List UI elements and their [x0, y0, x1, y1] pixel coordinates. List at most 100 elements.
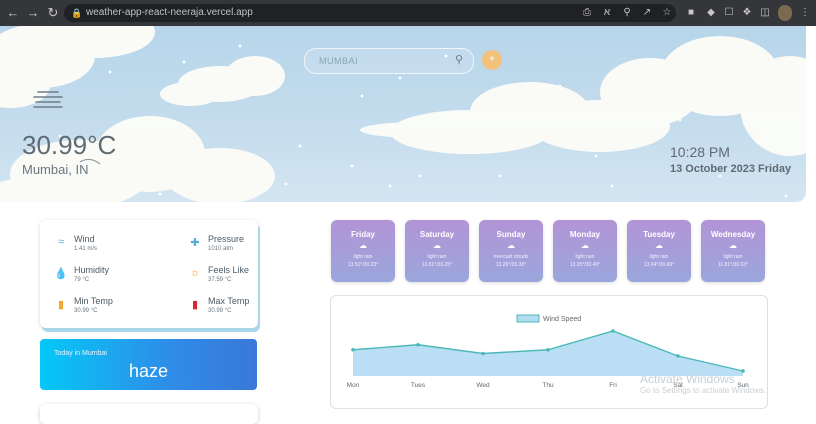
forecast-temps: 13.51°/30.23°: [347, 262, 379, 268]
forecast-card[interactable]: Tuesday ☁ light rain 13.64°/30.69°: [627, 220, 691, 282]
forecast-temps: 13.26°/30.33°: [495, 262, 527, 268]
thermometer-low-icon: ▮: [57, 299, 65, 311]
forecast-day: Sunday: [496, 230, 526, 239]
watermark-title: Activate Windows: [640, 372, 735, 386]
min-temp-value: 30.99 °C: [74, 308, 98, 314]
cloud-rain-icon: ☁: [433, 241, 441, 250]
current-temperature: 30.99°C: [22, 130, 117, 160]
share-icon[interactable]: ↗: [640, 5, 654, 21]
data-point: [481, 351, 485, 356]
puzzle-icon[interactable]: ❖: [740, 5, 754, 21]
forward-icon[interactable]: →: [25, 4, 41, 22]
legend-label: Wind Speed: [543, 316, 581, 323]
wind-icon: ≈: [57, 236, 65, 248]
wind-label: Wind: [74, 234, 95, 244]
forecast-temps: 13.25°/30.49°: [569, 262, 601, 268]
forecast-temps: 13.51°/30.25°: [421, 262, 453, 268]
forecast-day: Saturday: [419, 230, 455, 239]
forecast-temps: 13.64°/30.69°: [643, 262, 675, 268]
max-temp-label: Max Temp: [208, 296, 250, 306]
location-button[interactable]: +: [482, 50, 502, 70]
forecast-card[interactable]: Friday ☁ light rain 13.51°/30.23°: [331, 220, 395, 282]
cloud-rain-icon: ☁: [655, 241, 663, 250]
forecast-day: Wednesday: [710, 230, 756, 239]
x-tick-label: Mon: [347, 382, 360, 389]
forecast-desc: light rain: [353, 254, 373, 260]
forecast-desc: light rain: [575, 254, 595, 260]
data-point: [741, 369, 745, 373]
forecast-desc: light rain: [427, 254, 447, 260]
x-tick-label: Thu: [542, 382, 554, 389]
translate-icon[interactable]: א: [600, 5, 614, 21]
zoom-icon[interactable]: ⚲: [620, 5, 634, 21]
forecast-desc: overcast clouds: [493, 254, 529, 260]
search-placeholder: MUMBAI: [319, 56, 358, 66]
screenshot-icon[interactable]: ⎙: [580, 5, 594, 21]
data-point: [416, 342, 420, 347]
min-temp-detail: ▮ Min Temp 30.99 °C: [54, 296, 144, 322]
current-time: 10:28 PM: [670, 144, 730, 160]
forecast-card[interactable]: Saturday ☁ light rain 13.51°/30.25°: [405, 220, 469, 282]
humidity-detail: 💧 Humidity 79 °C: [54, 265, 144, 291]
thermometer-high-icon: ▮: [191, 299, 199, 311]
current-date: 13 October 2023 Friday: [670, 163, 792, 175]
forecast-card[interactable]: Wednesday ☁ light rain 11.81°/30.63°: [701, 220, 765, 282]
pressure-icon: ✚: [190, 237, 200, 249]
lock-icon[interactable]: 🔒: [71, 4, 82, 22]
sidebar-icon[interactable]: ◫: [758, 5, 772, 21]
extension-icon[interactable]: ☐: [722, 5, 736, 21]
extension-icon[interactable]: ■: [684, 5, 698, 21]
pressure-value: 1010 atm: [208, 246, 234, 252]
cloud-rain-icon: ☁: [729, 241, 737, 250]
watermark-subtitle: Go to Settings to activate Windows.: [640, 386, 767, 395]
legend-swatch: [516, 314, 540, 323]
data-point: [611, 329, 615, 333]
current-location: Mumbai, IN: [22, 162, 89, 177]
forecast-desc: light rain: [649, 254, 669, 260]
search-icon[interactable]: ⚲: [455, 53, 463, 66]
back-icon[interactable]: ←: [5, 4, 21, 22]
forecast-day: Tuesday: [643, 230, 675, 239]
data-point: [676, 354, 680, 358]
forecast-temps: 11.81°/30.63°: [717, 262, 749, 268]
pressure-detail: ✚ Pressure 1010 atm: [188, 234, 278, 260]
data-point: [546, 347, 550, 352]
humidity-icon: 💧: [54, 268, 68, 280]
humidity-label: Humidity: [74, 265, 110, 275]
browser-toolbar: ← → ↻ 🔒 weather-app-react-neeraja.vercel…: [0, 0, 816, 26]
today-condition: haze: [128, 361, 169, 381]
cloud-rain-icon: ☁: [581, 241, 589, 250]
profile-icon[interactable]: [778, 5, 792, 21]
feels-like-detail: ☼ Feels Like 37.59 °C: [188, 265, 278, 291]
min-temp-label: Min Temp: [74, 296, 113, 306]
forecast-card[interactable]: Monday ☁ light rain 13.25°/30.49°: [553, 220, 617, 282]
additional-card: [40, 404, 258, 424]
wind-value: 1.41 m/s: [74, 246, 98, 252]
forecast-card[interactable]: Sunday ☁ overcast clouds 13.26°/30.33°: [479, 220, 543, 282]
feels-like-value: 37.59 °C: [208, 277, 232, 283]
weather-details-card: ≈ Wind 1.41 m/s ✚ Pressure 1010 atm 💧 Hu…: [40, 220, 258, 328]
max-temp-value: 30.99 °C: [208, 308, 232, 314]
reload-icon[interactable]: ↻: [45, 4, 61, 22]
x-tick-label: Wed: [476, 382, 490, 389]
today-label: Today in Mumbai: [54, 350, 107, 357]
forecast-desc: light rain: [723, 254, 743, 260]
pressure-label: Pressure: [208, 234, 245, 244]
max-temp-detail: ▮ Max Temp 30.99 °C: [188, 296, 278, 322]
forecast-day: Monday: [569, 230, 601, 239]
haze-icon: [33, 91, 63, 108]
forecast-day: Friday: [350, 230, 375, 239]
star-icon[interactable]: ☆: [660, 5, 674, 21]
cloud-icon: ☁: [507, 241, 515, 250]
city-search-input[interactable]: MUMBAI ⚲: [304, 48, 474, 74]
wind-detail: ≈ Wind 1.41 m/s: [54, 234, 144, 260]
feels-like-label: Feels Like: [208, 265, 250, 275]
data-point: [351, 347, 355, 352]
today-condition-card: Today in Mumbai haze: [40, 339, 257, 390]
address-url: weather-app-react-neeraja.vercel.app: [86, 7, 253, 18]
series-area: [353, 331, 743, 376]
extension-icon[interactable]: ◆: [704, 5, 718, 21]
humidity-value: 79 °C: [74, 277, 90, 283]
menu-icon[interactable]: ⋮: [798, 5, 812, 21]
hero-banner: MUMBAI ⚲ + 30.99°C Mumbai, IN 10:28 PM 1…: [0, 26, 806, 202]
